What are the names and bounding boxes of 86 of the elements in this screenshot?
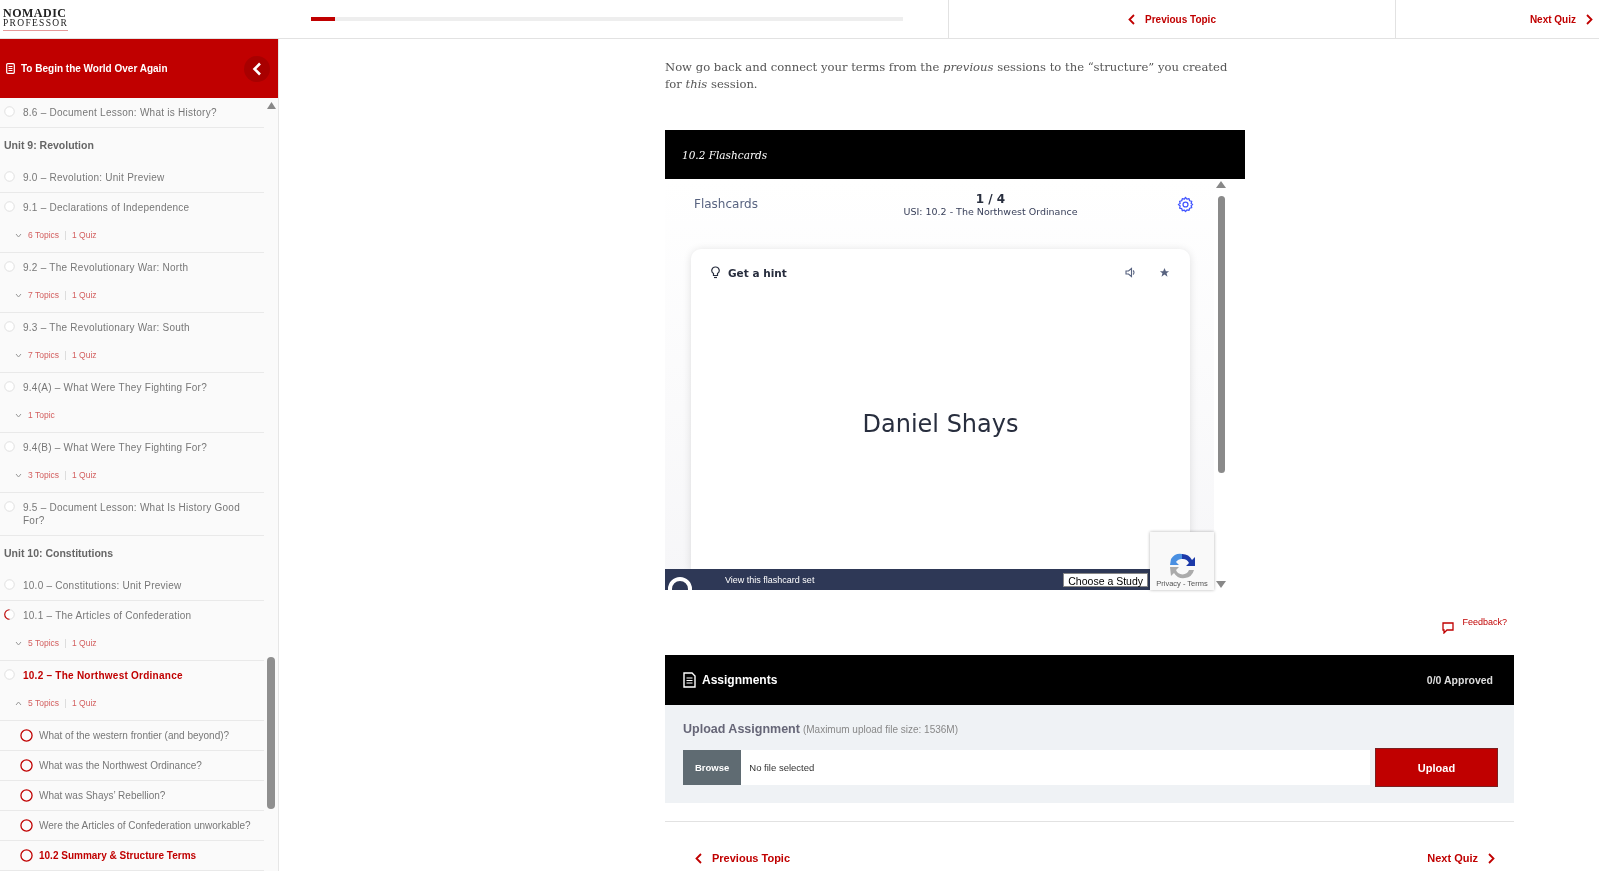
view-set-link[interactable]: View this flashcard set xyxy=(725,574,1064,585)
topic-count: 5 Topics xyxy=(28,698,60,708)
collapse-button[interactable] xyxy=(244,55,270,82)
star-icon[interactable] xyxy=(1159,267,1170,278)
scrollbar-thumb[interactable] xyxy=(267,657,275,809)
chevron-down-icon[interactable] xyxy=(15,640,22,646)
course-title: To Begin the World Over Again xyxy=(21,63,169,74)
document-icon xyxy=(6,63,15,74)
topic-link[interactable]: What was Shays’ Rebellion? xyxy=(39,787,166,804)
quiz-count: 1 Quiz xyxy=(72,230,97,240)
next-quiz-link[interactable]: Next Quiz xyxy=(1427,852,1495,864)
quiz-count: 1 Quiz xyxy=(72,470,97,480)
document-icon xyxy=(683,672,696,688)
lesson-link[interactable]: 9.5 – Document Lesson: What Is History Good For? xyxy=(23,501,258,527)
chevron-right-icon xyxy=(1586,13,1593,25)
quiz-count: 1 Quiz xyxy=(72,290,97,300)
lesson-link[interactable]: 8.6 – Document Lesson: What is History? xyxy=(23,106,217,119)
topic-count: 7 Topics xyxy=(28,350,60,360)
chevron-down-icon[interactable] xyxy=(15,232,22,238)
topic-link[interactable]: Were the Articles of Confederation unworkable? xyxy=(39,817,251,834)
logo[interactable]: NOMADIC PROFESSOR xyxy=(3,6,69,32)
lesson-link[interactable]: 9.0 – Revolution: Unit Preview xyxy=(23,171,165,184)
chevron-left-icon xyxy=(1128,13,1135,25)
flashcard[interactable]: Get a hint Daniel Shays xyxy=(691,249,1190,569)
set-name: USI: 10.2 - The Northwest Ordinance xyxy=(903,205,1078,217)
upload-size-note: (Maximum upload file size: 1536M) xyxy=(802,724,958,735)
chevron-right-icon xyxy=(1488,852,1495,864)
chevron-down-icon[interactable] xyxy=(15,472,22,478)
scroll-up-icon[interactable] xyxy=(1216,181,1226,188)
chevron-left-icon xyxy=(695,852,702,864)
hint-link[interactable]: Get a hint xyxy=(728,266,1117,279)
chevron-down-icon[interactable] xyxy=(15,292,22,298)
lesson-link[interactable]: 10.0 – Constitutions: Unit Preview xyxy=(23,579,182,592)
lesson-link[interactable]: 9.3 – The Revolutionary War: South xyxy=(23,321,190,334)
upload-title: Upload Assignment (Maximum upload file size: 1536M) xyxy=(683,722,959,736)
approved-count: 0/0 Approved xyxy=(1426,674,1493,686)
scroll-down-icon[interactable] xyxy=(1216,581,1226,588)
chevron-up-icon[interactable] xyxy=(15,700,22,706)
previous-topic-link[interactable]: Previous Topic xyxy=(1128,13,1216,25)
speaker-icon[interactable] xyxy=(1125,267,1137,278)
chevron-down-icon[interactable] xyxy=(15,352,22,358)
scroll-up-icon[interactable] xyxy=(267,102,276,109)
lesson-link[interactable]: 10.2 – The Northwest Ordinance xyxy=(23,669,183,682)
previous-topic-link[interactable]: Previous Topic xyxy=(695,852,791,864)
lesson-link[interactable]: 9.1 – Declarations of Independence xyxy=(23,201,190,214)
quiz-count: 1 Quiz xyxy=(72,638,97,648)
card-term: Daniel Shays xyxy=(862,410,1019,438)
settings-icon[interactable] xyxy=(1177,195,1194,213)
topic-link[interactable]: What was the Northwest Ordinance? xyxy=(39,757,202,774)
card-counter: 1 / 4 xyxy=(975,191,1006,206)
next-quiz-link[interactable]: Next Quiz xyxy=(1529,13,1593,25)
quiz-count: 1 Quiz xyxy=(72,698,97,708)
topic-circle-icon xyxy=(20,729,33,742)
unit-heading: Unit 9: Revolution xyxy=(3,138,95,153)
topic-count: 3 Topics xyxy=(28,470,60,480)
quiz-count: 1 Quiz xyxy=(72,350,97,360)
study-mode-select[interactable]: Choose a Study xyxy=(1063,572,1148,587)
recaptcha-icon xyxy=(1167,551,1197,579)
speech-bubble-icon xyxy=(1442,622,1455,634)
topic-link[interactable]: 10.2 Summary & Structure Terms xyxy=(39,847,197,864)
scrollbar-thumb[interactable] xyxy=(1218,196,1225,473)
lesson-link[interactable]: 9.4(B) – What Were They Fighting For? xyxy=(23,441,207,454)
assignments-title: Assignments xyxy=(702,673,779,687)
chevron-left-icon xyxy=(252,61,262,76)
browse-button[interactable]: Browse xyxy=(683,750,742,785)
lesson-link[interactable]: 9.2 – The Revolutionary War: North xyxy=(23,261,189,274)
instruction-text: Now go back and connect your terms from the previous sessions to the “structure” you created for this session. xyxy=(665,59,1229,93)
flashcards-title: 10.2 Flashcards xyxy=(665,130,1245,179)
lightbulb-icon xyxy=(711,266,720,279)
lesson-link[interactable]: 9.4(A) – What Were They Fighting For? xyxy=(23,381,207,394)
lesson-link[interactable]: 10.1 – The Articles of Confederation xyxy=(23,609,192,622)
feedback-link[interactable]: Feedback? xyxy=(1442,617,1514,651)
topic-count: 6 Topics xyxy=(28,230,60,240)
topic-count: 7 Topics xyxy=(28,290,60,300)
flashcards-heading: Flashcards xyxy=(694,197,759,211)
topic-circle-icon xyxy=(20,819,33,832)
topic-count: 5 Topics xyxy=(28,638,60,648)
upload-button[interactable]: Upload xyxy=(1375,748,1498,787)
chevron-down-icon[interactable] xyxy=(15,412,22,418)
topic-circle-icon xyxy=(20,759,33,772)
topic-count: 1 Topic xyxy=(28,410,55,420)
unit-heading: Unit 10: Constitutions xyxy=(3,546,115,561)
topic-link[interactable]: What of the western frontier (and beyond)? xyxy=(39,727,230,744)
topic-circle-icon xyxy=(20,849,33,862)
file-field[interactable]: Browse No file selected xyxy=(683,750,1370,785)
topic-circle-icon xyxy=(20,789,33,802)
